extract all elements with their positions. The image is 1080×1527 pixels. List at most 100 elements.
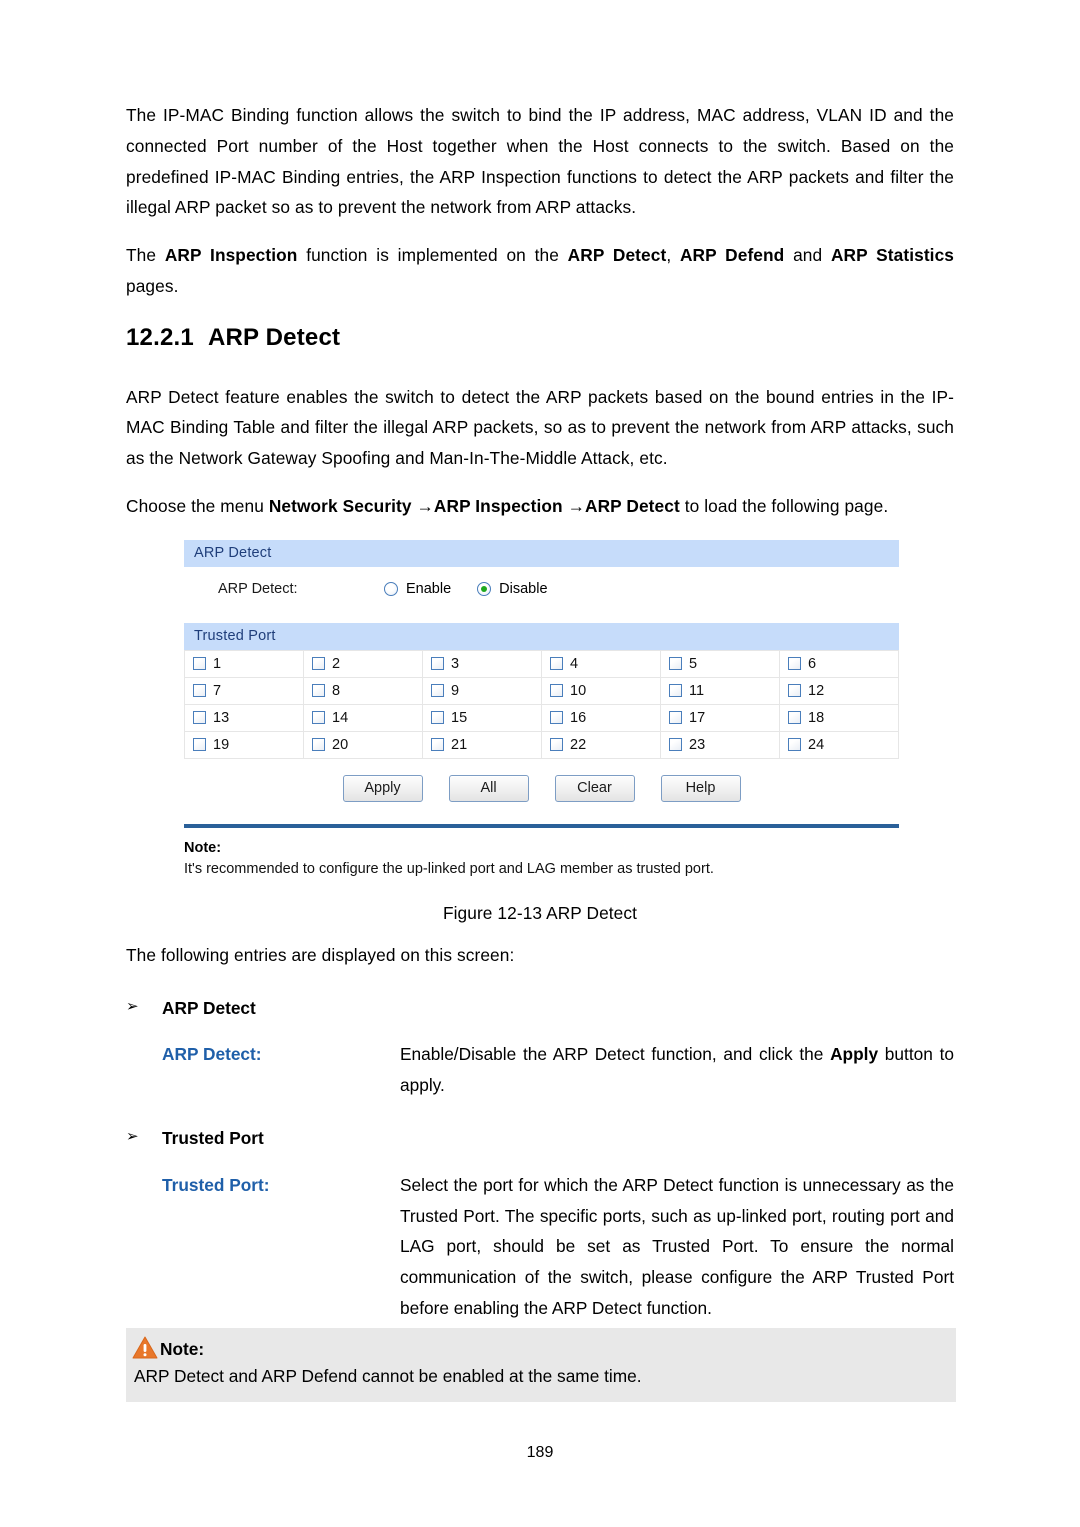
port-label: 20	[332, 736, 349, 753]
table-cell[interactable]: 20	[303, 730, 423, 759]
checkbox-port[interactable]	[431, 657, 444, 671]
bold-run: Network Security	[268, 496, 412, 517]
text-run: pages.	[126, 275, 179, 296]
checkbox-port[interactable]	[193, 657, 206, 671]
table-cell[interactable]: 14	[303, 703, 423, 732]
checkbox-port[interactable]	[788, 684, 801, 698]
checkbox-port[interactable]	[312, 738, 325, 752]
port-label: 10	[570, 682, 587, 699]
checkbox-port[interactable]	[431, 711, 444, 725]
checkbox-port[interactable]	[193, 738, 206, 752]
table-cell[interactable]: 10	[541, 676, 661, 705]
trusted-port-table: 1 2 3 4 5 6 7 8 9 10 11 12 13 14 15 16 1…	[184, 649, 899, 759]
checkbox-port[interactable]	[193, 684, 206, 698]
checkbox-port[interactable]	[431, 684, 444, 698]
table-cell[interactable]: 4	[541, 649, 661, 678]
section-number: 12.2.1	[126, 323, 194, 351]
table-cell[interactable]: 8	[303, 676, 423, 705]
port-label: 21	[451, 736, 468, 753]
checkbox-port[interactable]	[788, 738, 801, 752]
checkbox-port[interactable]	[550, 738, 563, 752]
port-label: 2	[332, 655, 341, 672]
table-cell[interactable]: 15	[422, 703, 542, 732]
divider	[184, 823, 899, 828]
figure-note-title: Note:	[184, 839, 222, 856]
clear-button[interactable]: Clear	[554, 774, 635, 802]
trusted-port-panel-header: Trusted Port	[184, 622, 899, 650]
table-cell[interactable]: 1	[184, 649, 304, 678]
checkbox-port[interactable]	[669, 657, 682, 671]
port-label: 1	[213, 655, 222, 672]
table-cell[interactable]: 11	[660, 676, 780, 705]
page-number: 189	[526, 1444, 554, 1461]
table-cell[interactable]: 5	[660, 649, 780, 678]
radio-circle-icon[interactable]	[384, 581, 398, 596]
port-label: 8	[332, 682, 341, 699]
checkbox-port[interactable]	[788, 657, 801, 671]
table-cell[interactable]: 21	[422, 730, 542, 759]
table-cell[interactable]: 18	[779, 703, 899, 732]
text-run: ,	[666, 245, 680, 266]
checkbox-port[interactable]	[431, 738, 444, 752]
radio-circle-selected-icon[interactable]	[477, 581, 492, 596]
table-cell[interactable]: 16	[541, 703, 661, 732]
trusted-port-panel: Trusted Port 1 2 3 4 5 6 7 8 9 10 11 12 …	[184, 622, 899, 759]
bold-run: ARP Inspection	[433, 496, 563, 517]
checkbox-port[interactable]	[788, 711, 801, 725]
checkbox-port[interactable]	[312, 711, 325, 725]
port-label: 24	[808, 736, 825, 753]
help-button[interactable]: Help	[660, 774, 741, 802]
port-label: 16	[570, 709, 587, 726]
bold-run: ARP Statistics	[830, 245, 955, 266]
table-row: 19 20 21 22 23 24	[184, 730, 899, 759]
port-label: 22	[570, 736, 587, 753]
table-cell[interactable]: 17	[660, 703, 780, 732]
all-button[interactable]: All	[448, 774, 529, 802]
radio-option-disable[interactable]: Disable	[477, 581, 548, 597]
text-run: →	[562, 496, 585, 517]
checkbox-port[interactable]	[550, 711, 563, 725]
arrow-bullet-icon: ➢	[126, 1127, 139, 1145]
table-cell[interactable]: 19	[184, 730, 304, 759]
table-cell[interactable]: 12	[779, 676, 899, 705]
port-label: 23	[689, 736, 706, 753]
table-cell[interactable]: 24	[779, 730, 899, 759]
apply-button[interactable]: Apply	[342, 774, 423, 802]
bold-run: ARP Defend	[679, 245, 785, 266]
checkbox-port[interactable]	[669, 711, 682, 725]
table-cell[interactable]: 9	[422, 676, 542, 705]
warning-triangle-icon	[132, 1336, 158, 1360]
table-cell[interactable]: 2	[303, 649, 423, 678]
radio-label-enable: Enable	[406, 580, 452, 597]
bold-run: ARP Detect	[585, 496, 680, 517]
port-label: 17	[689, 709, 706, 726]
checkbox-port[interactable]	[550, 684, 563, 698]
section-paragraph-2: Choose the menu Network Security →ARP In…	[126, 491, 954, 522]
radio-option-enable[interactable]: Enable	[384, 581, 451, 597]
table-cell[interactable]: 6	[779, 649, 899, 678]
checkbox-port[interactable]	[669, 684, 682, 698]
checkbox-port[interactable]	[669, 738, 682, 752]
checkbox-port[interactable]	[193, 711, 206, 725]
figure-note-text: It's recommended to configure the up-lin…	[184, 860, 714, 877]
table-cell[interactable]: 7	[184, 676, 304, 705]
table-cell[interactable]: 23	[660, 730, 780, 759]
table-cell[interactable]: 3	[422, 649, 542, 678]
table-cell[interactable]: 22	[541, 730, 661, 759]
definition-term: Trusted Port:	[162, 1174, 270, 1195]
checkbox-port[interactable]	[312, 657, 325, 671]
port-label: 9	[451, 682, 460, 699]
port-label: 7	[213, 682, 222, 699]
figure-button-row: Apply All Clear Help	[184, 759, 899, 814]
definition-term: ARP Detect:	[162, 1044, 262, 1065]
table-cell[interactable]: 13	[184, 703, 304, 732]
note-callout-text: ARP Detect and ARP Defend cannot be enab…	[134, 1366, 642, 1386]
arp-detect-radio-group[interactable]: Enable Disable	[384, 581, 548, 597]
entry-heading-label: ARP Detect	[162, 997, 256, 1018]
port-label: 4	[570, 655, 579, 672]
checkbox-port[interactable]	[550, 657, 563, 671]
entries-lead-in: The following entries are displayed on t…	[126, 944, 515, 965]
port-label: 5	[689, 655, 698, 672]
definition-description: Select the port for which the ARP Detect…	[400, 1174, 954, 1318]
checkbox-port[interactable]	[312, 684, 325, 698]
